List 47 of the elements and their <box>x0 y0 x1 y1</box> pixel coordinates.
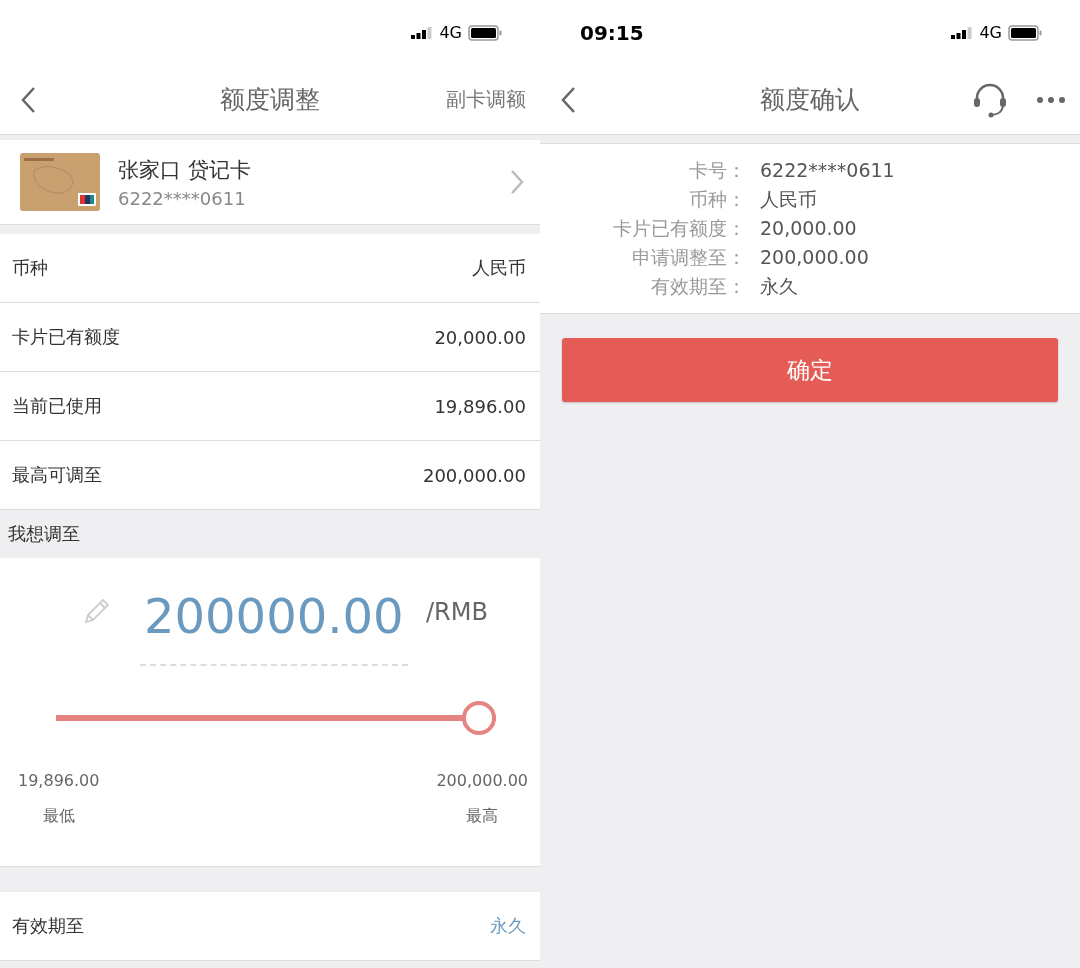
detail-label: 有效期至： <box>650 274 746 299</box>
page-title: 额度确认 <box>760 84 860 116</box>
pencil-icon <box>82 596 112 626</box>
detail-value: 200,000.00 <box>760 245 870 270</box>
signal-icon <box>951 26 974 39</box>
row-value: 200,000.00 <box>422 464 526 486</box>
signal-icon <box>411 26 434 39</box>
detail-label: 申请调整至： <box>631 245 746 270</box>
card-name: 张家口 贷记卡 <box>118 156 252 184</box>
min-value: 19,896.00 <box>18 771 100 790</box>
detail-value: 20,000.00 <box>760 216 858 241</box>
detail-label: 币种： <box>688 187 746 212</box>
max-value: 200,000.00 <box>436 771 528 790</box>
min-label: 最低 <box>42 806 75 827</box>
back-icon[interactable] <box>20 85 36 114</box>
row-value: 19,896.00 <box>434 395 526 417</box>
battery-icon <box>1008 24 1042 41</box>
network-label: 4G <box>439 23 462 42</box>
more-icon[interactable] <box>1036 95 1066 104</box>
section-title: 我想调至 <box>7 522 81 546</box>
detail-label: 卡片已有额度： <box>612 216 746 241</box>
battery-icon <box>468 24 502 41</box>
card-selector[interactable]: 张家口 贷记卡 6222****0611 <box>0 140 540 225</box>
detail-value: 人民币 <box>760 187 818 212</box>
slider-thumb[interactable] <box>462 701 496 735</box>
back-icon[interactable] <box>560 85 576 114</box>
max-label: 最高 <box>466 806 499 827</box>
row-label: 最高可调至 <box>12 463 102 487</box>
detail-label: 卡号： <box>688 158 746 183</box>
chevron-right-icon <box>510 169 524 195</box>
headset-icon[interactable] <box>972 81 1008 118</box>
row-label: 卡片已有额度 <box>12 325 120 349</box>
secondary-card-link[interactable]: 副卡调额 <box>446 86 526 113</box>
row-value: 20,000.00 <box>434 326 526 348</box>
validity-row[interactable]: 有效期至 永久 <box>0 892 540 961</box>
confirm-button[interactable]: 确定 <box>562 338 1058 402</box>
row-value: 人民币 <box>472 256 526 280</box>
amount-field[interactable]: 200000.00 <box>140 588 408 666</box>
status-time: 09:15 <box>580 20 644 45</box>
row-label: 当前已使用 <box>12 394 102 418</box>
currency-unit: /RMB <box>426 598 488 626</box>
network-label: 4G <box>979 23 1002 42</box>
card-number: 6222****0611 <box>118 187 247 209</box>
detail-value: 6222****0611 <box>760 158 896 183</box>
page-title: 额度调整 <box>220 84 320 116</box>
detail-value: 永久 <box>760 274 799 299</box>
row-label: 币种 <box>12 256 48 280</box>
